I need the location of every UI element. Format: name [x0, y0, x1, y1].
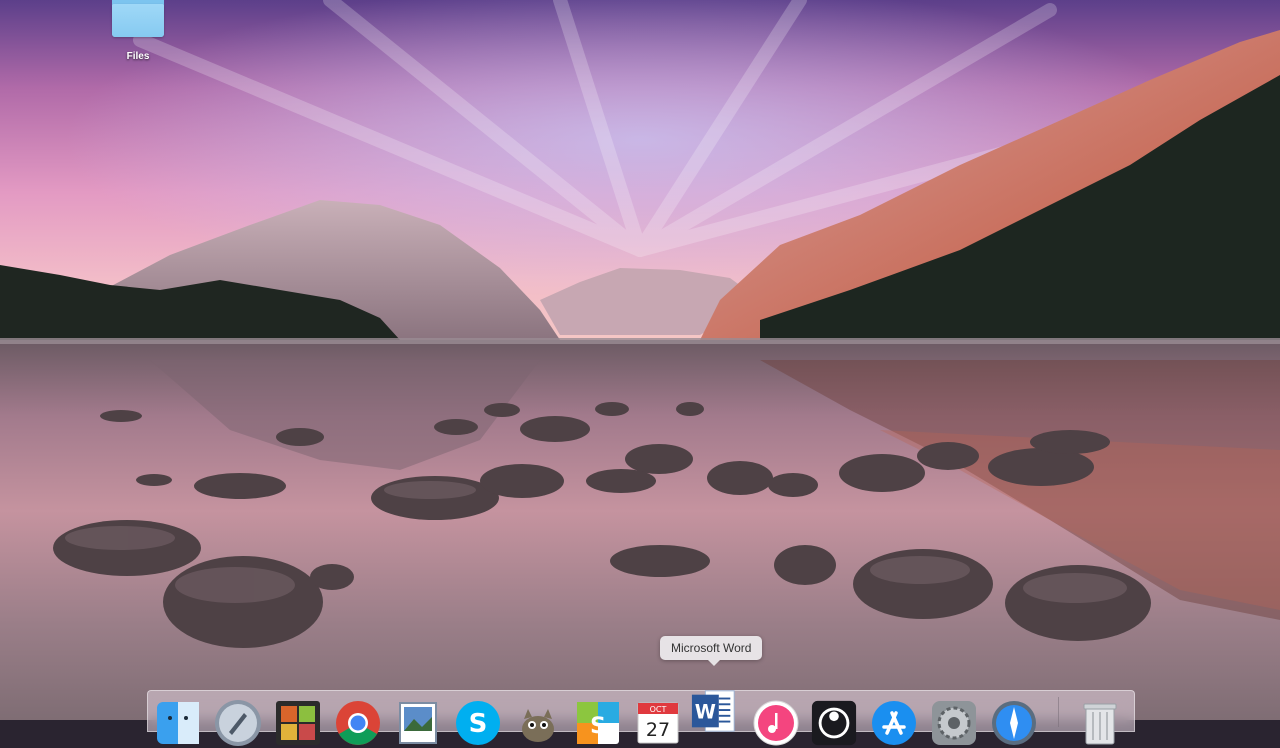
preview-icon — [399, 702, 437, 744]
obs-icon — [811, 700, 857, 746]
photo-booth-icon — [276, 701, 320, 745]
word-icon: W — [691, 690, 735, 732]
itunes-icon — [753, 700, 799, 746]
dock-item-system-preferences[interactable] — [930, 699, 978, 747]
trash-icon — [1083, 703, 1117, 745]
dock-item-launchpad[interactable] — [214, 699, 262, 747]
safari-icon — [992, 701, 1036, 745]
folder-icon — [112, 0, 164, 37]
dock-item-gimp[interactable] — [514, 699, 562, 747]
finder-icon — [157, 702, 199, 744]
dock-tooltip: Microsoft Word — [660, 636, 763, 666]
chrome-icon — [336, 701, 380, 745]
dock-item-trash[interactable] — [1076, 699, 1124, 747]
dock-separator — [1058, 697, 1059, 727]
desktop-icon-label: Files — [126, 51, 150, 62]
launchpad-icon — [215, 700, 261, 746]
skype-letter: S — [469, 709, 488, 739]
dock-item-calendar[interactable]: OCT 27 — [634, 699, 682, 747]
dock-item-obs[interactable] — [810, 699, 858, 747]
dock-item-safari[interactable] — [990, 699, 1038, 747]
dock-item-microsoft-word[interactable]: W — [690, 687, 738, 735]
dock-item-preview[interactable] — [394, 699, 442, 747]
sketchbook-letter: S — [590, 714, 606, 739]
gimp-icon — [522, 709, 554, 742]
dock-item-chrome[interactable] — [334, 699, 382, 747]
calendar-icon: OCT 27 — [637, 702, 679, 744]
skype-icon: S — [456, 701, 500, 745]
system-preferences-icon — [932, 701, 976, 745]
sketchbook-icon: S — [577, 702, 619, 744]
dock-item-sketchbook[interactable]: S — [574, 699, 622, 747]
calendar-month: OCT — [650, 705, 667, 714]
word-letter: W — [695, 701, 716, 724]
dock-item-skype[interactable]: S — [454, 699, 502, 747]
calendar-day: 27 — [646, 719, 670, 741]
dock-item-finder[interactable] — [154, 699, 202, 747]
dock-item-photo-booth[interactable] — [274, 699, 322, 747]
app-store-icon — [872, 701, 916, 745]
desktop-icon-files[interactable]: Files — [102, 0, 174, 70]
dock-item-itunes[interactable] — [752, 699, 800, 747]
desktop-wallpaper — [0, 0, 1280, 720]
dock-item-app-store[interactable] — [870, 699, 918, 747]
dock: S S OCT 27 W — [147, 687, 1135, 746]
